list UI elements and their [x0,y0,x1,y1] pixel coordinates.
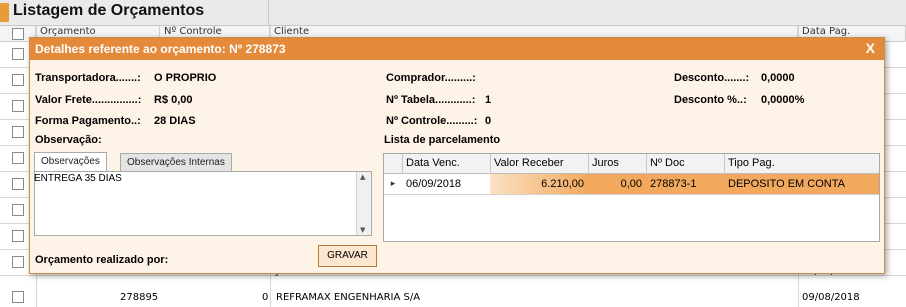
header-divider [490,154,491,174]
desconto-value: 0,0000 [761,72,795,84]
cell-juros: 0,00 [588,174,646,194]
controle-value: 0 [485,115,492,127]
row-checkbox[interactable] [12,100,24,112]
budget-details-dialog: Detalhes referente ao orçamento: Nº 2788… [29,37,885,274]
scroll-up-icon[interactable]: ▲ [360,173,365,181]
forma-pagamento-label: Forma Pagamento..: [35,115,141,127]
cell-num-doc: 278873-1 [646,174,724,194]
parcelamento-row[interactable]: ▸ 06/09/2018 6.210,00 0,00 278873-1 DEPO… [384,174,879,195]
valor-frete-value: R$ 0,00 [154,94,193,106]
parcelamento-header: Data Venc. Valor Receber Juros Nº Doc Ti… [384,154,879,174]
desconto-pct-value: 0,0000% [761,94,805,106]
select-all-checkbox[interactable] [12,28,24,40]
scroll-down-icon[interactable]: ▼ [360,226,365,234]
header-divider [646,154,647,174]
gravar-button[interactable]: GRAVAR [318,245,377,267]
transportadora-label: Transportadora.......: [35,72,141,84]
cell-data-venc: 06/09/2018 [406,178,462,190]
row-indicator-icon: ▸ [390,178,396,188]
observacao-label: Observação: [35,134,102,146]
forma-pagamento-value: 28 DIAS [154,115,196,127]
col-tipo-pag[interactable]: Tipo Pag. [724,157,775,173]
header-divider [588,154,589,174]
observacao-scrollbar[interactable]: ▲ ▼ [356,172,371,235]
comprador-label: Comprador.........: [386,72,476,84]
parcelamento-label: Lista de parcelamento [384,134,501,146]
page-marker-icon [0,3,9,22]
row-checkbox[interactable] [12,204,24,216]
row-checkbox[interactable] [12,152,24,164]
row-data: 09/08/2018 [802,292,860,303]
row-checkbox[interactable] [12,48,24,60]
realizado-label: Orçamento realizado por: [35,254,169,266]
desconto-label: Desconto.......: [674,72,750,84]
valor-frete-label: Valor Frete...............: [35,94,142,106]
row-checkbox[interactable] [12,291,24,303]
cell-tipo-pag: DEPOSITO EM CONTA [724,174,879,194]
row-orcamento: 278895 [120,292,159,303]
controle-label: Nº Controle.........: [386,115,478,127]
table-row[interactable]: 278895 0 REFRAMAX ENGENHARIA S/A 09/08/2… [0,285,906,307]
desconto-pct-label: Desconto %..: [674,94,747,106]
col-valor-receber[interactable]: Valor Receber [490,157,564,173]
row-cliente: REFRAMAX ENGENHARIA S/A [276,292,421,303]
col-num-doc[interactable]: Nº Doc [646,157,685,173]
header-divider [402,154,403,174]
row-checkbox[interactable] [12,230,24,242]
observacao-text: ENTREGA 35 DIAS [34,173,122,184]
row-checkbox[interactable] [12,256,24,268]
parcelamento-table: Data Venc. Valor Receber Juros Nº Doc Ti… [383,153,880,242]
tab-observacoes-internas[interactable]: Observações Internas [120,153,232,172]
dialog-title: Detalhes referente ao orçamento: Nº 2788… [30,38,884,60]
header-divider [724,154,725,174]
transportadora-value: O PROPRIO [154,72,217,84]
row-controle: 0 [262,292,269,303]
tab-observacoes[interactable]: Observações [34,152,107,172]
col-juros[interactable]: Juros [588,157,619,173]
tabela-value: 1 [485,94,492,106]
row-checkbox[interactable] [12,178,24,190]
page-title: Listagem de Orçamentos [13,2,205,19]
close-icon[interactable]: X [866,40,875,56]
header-divider [268,0,269,26]
cell-valor-receber: 6.210,00 [490,174,588,194]
tabela-label: Nº Tabela............: [386,94,476,106]
row-checkbox[interactable] [12,74,24,86]
row-checkbox[interactable] [12,126,24,138]
page-header: Listagem de Orçamentos [0,0,906,26]
col-data-venc[interactable]: Data Venc. [402,157,460,173]
